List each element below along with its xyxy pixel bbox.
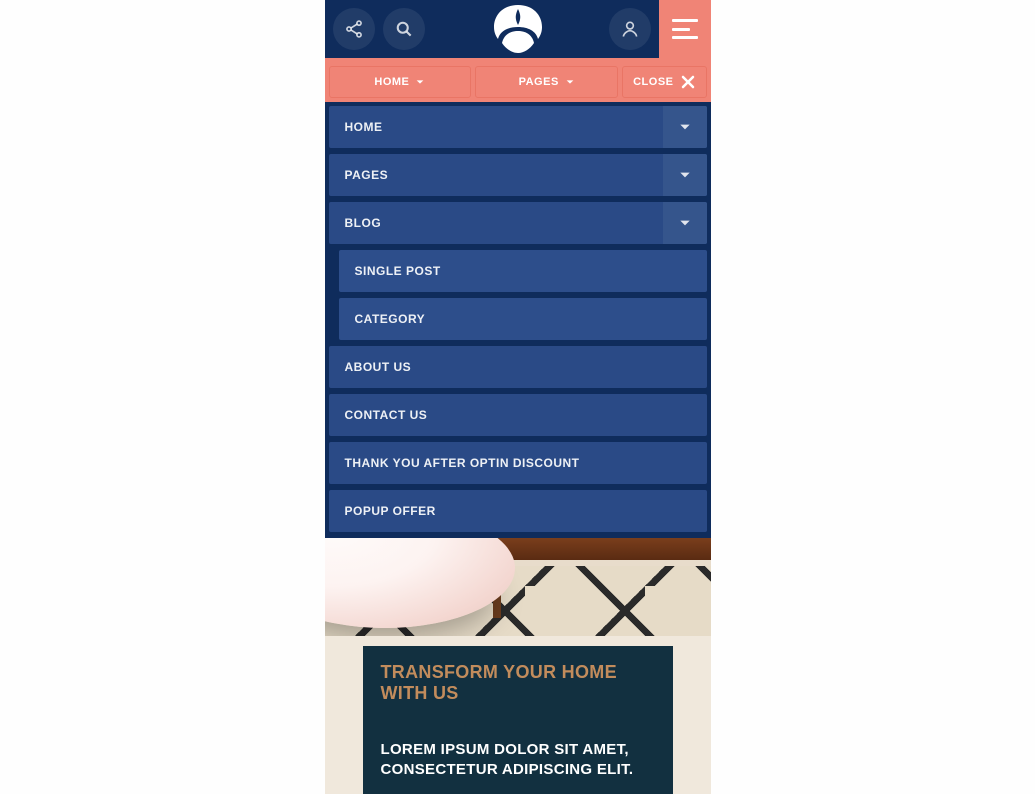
menu-item-label: POPUP OFFER [345,504,436,518]
menu-item-label: CATEGORY [355,312,426,326]
content-area: TRANSFORM YOUR HOME WITH US LOREM IPSUM … [325,636,711,794]
close-menu-button[interactable]: CLOSE [622,66,706,98]
hamburger-icon [672,19,698,39]
headline-text: LOREM IPSUM DOLOR SIT AMET, CONSECTETUR … [381,740,655,781]
submenu-blog: SINGLE POST CATEGORY [329,250,707,340]
expand-toggle[interactable] [663,202,707,244]
menu-item-blog[interactable]: BLOG [329,202,707,244]
menu-item-about-us[interactable]: ABOUT US [329,346,707,388]
menu-item-label: PAGES [345,168,389,182]
tab-home[interactable]: HOME [329,66,472,98]
submenu-item-single-post[interactable]: SINGLE POST [339,250,707,292]
menu-item-home[interactable]: HOME [329,106,707,148]
account-button[interactable] [609,8,651,50]
menu-item-label: CONTACT US [345,408,428,422]
share-icon [344,19,364,39]
chevron-down-icon [678,168,692,182]
chevron-down-icon [565,77,575,87]
hero-image [325,538,711,636]
brand-logo[interactable] [488,2,548,56]
menu-item-label: BLOG [345,216,382,230]
mobile-viewport: HOME PAGES CLOSE HOME [325,0,711,794]
menu-item-contact-us[interactable]: CONTACT US [329,394,707,436]
kicker-text: TRANSFORM YOUR HOME WITH US [381,662,655,704]
content-card: TRANSFORM YOUR HOME WITH US LOREM IPSUM … [363,646,673,794]
search-button[interactable] [383,8,425,50]
submenu-item-category[interactable]: CATEGORY [339,298,707,340]
close-icon [680,74,696,90]
menu-item-label: ABOUT US [345,360,412,374]
topbar-left-group [333,8,425,50]
user-icon [620,19,640,39]
close-label: CLOSE [633,76,673,88]
share-button[interactable] [333,8,375,50]
tab-label: PAGES [519,76,559,88]
menu-item-label: SINGLE POST [355,264,441,278]
expand-toggle[interactable] [663,106,707,148]
secondary-nav: HOME PAGES CLOSE [325,62,711,102]
topbar [325,0,711,62]
menu-item-label: HOME [345,120,383,134]
menu-item-label: THANK YOU AFTER OPTIN DISCOUNT [345,456,580,470]
tab-pages[interactable]: PAGES [475,66,618,98]
chevron-down-icon [678,120,692,134]
topbar-right-group [609,0,711,60]
expand-toggle[interactable] [663,154,707,196]
chevron-down-icon [415,77,425,87]
chevron-down-icon [678,216,692,230]
menu-item-popup-offer[interactable]: POPUP OFFER [329,490,707,532]
menu-toggle-button[interactable] [659,0,711,60]
tab-label: HOME [374,76,409,88]
menu-item-pages[interactable]: PAGES [329,154,707,196]
search-icon [394,19,414,39]
main-menu: HOME PAGES BLOG [325,102,711,538]
menu-item-thank-you[interactable]: THANK YOU AFTER OPTIN DISCOUNT [329,442,707,484]
